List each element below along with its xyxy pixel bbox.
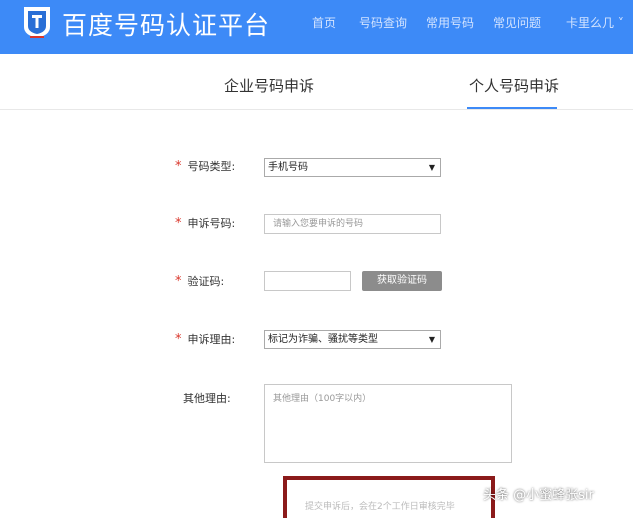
dropdown-arrow-icon: ▼ — [428, 163, 435, 172]
shield-logo-icon[interactable] — [21, 5, 53, 39]
other-reason-label: 其他理由: — [183, 392, 231, 405]
nav-number-query[interactable]: 号码查询 — [359, 14, 407, 31]
dropdown-arrow-icon: ▼ — [428, 335, 435, 344]
tab-enterprise-appeal[interactable]: 企业号码申诉 — [224, 75, 314, 96]
appeal-reason-select[interactable]: 标记为诈骗、骚扰等类型 ▼ — [264, 330, 441, 349]
appeal-reason-label: * 申诉理由: — [175, 332, 236, 347]
number-type-label: * 号码类型: — [175, 159, 236, 174]
get-verify-code-button[interactable]: 获取验证码 — [362, 271, 442, 291]
appeal-tabs: 企业号码申诉 个人号码申诉 — [0, 54, 633, 110]
brand-title[interactable]: 百度号码认证平台 — [62, 6, 270, 42]
appeal-number-label: * 申诉号码: — [175, 216, 236, 231]
verify-code-input[interactable] — [264, 271, 351, 291]
nav-faq[interactable]: 常见问题 — [493, 14, 541, 31]
required-mark: * — [175, 216, 182, 231]
verify-code-label: * 验证码: — [175, 274, 225, 289]
required-mark: * — [175, 274, 182, 289]
nav-home[interactable]: 首页 — [312, 14, 336, 31]
appeal-number-input[interactable]: 请输入您要申诉的号码 — [264, 214, 441, 234]
required-mark: * — [175, 159, 182, 174]
nav-user-menu[interactable]: 卡里么几 ˅ — [566, 14, 624, 31]
required-mark: * — [175, 332, 182, 347]
nav-common-numbers[interactable]: 常用号码 — [426, 14, 474, 31]
active-tab-indicator — [467, 107, 557, 109]
number-type-select[interactable]: 手机号码 ▼ — [264, 158, 441, 177]
watermark: 头条 @小蜜蜂张sir — [483, 488, 594, 503]
tab-personal-appeal[interactable]: 个人号码申诉 — [469, 75, 559, 96]
other-reason-textarea[interactable]: 其他理由（100字以内） — [264, 384, 512, 463]
submit-notice: 提交申诉后，会在2个工作日审核完毕 — [305, 502, 455, 512]
top-header: 百度号码认证平台 首页 号码查询 常用号码 常见问题 卡里么几 ˅ — [0, 0, 633, 54]
